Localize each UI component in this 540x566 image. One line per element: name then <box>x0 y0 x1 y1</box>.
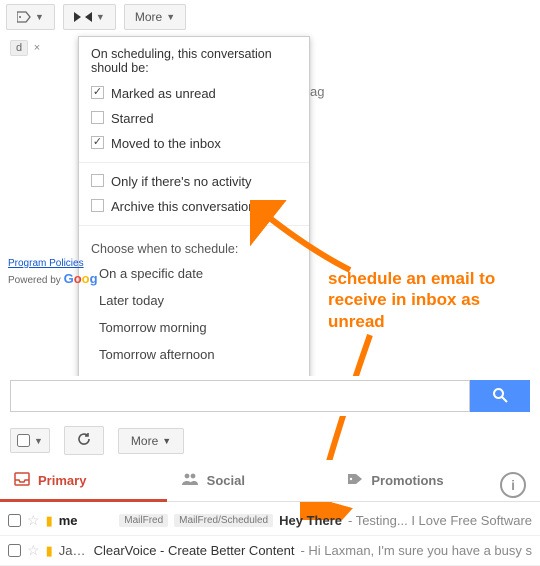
checkbox-icon <box>91 111 104 124</box>
schedule-tomorrow-morning[interactable]: Tomorrow morning <box>79 314 309 341</box>
option-starred[interactable]: Starred <box>79 106 309 131</box>
people-icon <box>181 472 199 489</box>
tab-promotions[interactable]: Promotions <box>333 460 500 501</box>
folder-icon: ▮ <box>46 543 53 559</box>
info-icon[interactable]: i <box>500 472 526 498</box>
labels-button[interactable]: ▼ <box>6 4 55 30</box>
option-label: Marked as unread <box>111 86 216 101</box>
program-policies-link[interactable]: Program Policies <box>8 258 84 269</box>
sender: me <box>59 513 114 528</box>
tab-label: Promotions <box>371 473 443 488</box>
tab-label: Primary <box>38 473 86 488</box>
more-label: More <box>131 434 158 448</box>
mail-label[interactable]: MailFred/Scheduled <box>174 514 273 527</box>
background-text: ag <box>310 84 324 99</box>
tab-primary[interactable]: Primary <box>0 460 167 501</box>
close-icon[interactable]: × <box>34 42 40 54</box>
refresh-button[interactable] <box>64 426 104 455</box>
sender: Jake Swa <box>59 543 88 558</box>
refresh-icon <box>77 432 91 449</box>
checkbox-icon <box>91 86 104 99</box>
mail-row[interactable]: ☆ ▮ me MailFred MailFred/Scheduled Hey T… <box>0 506 540 536</box>
schedule-specific-date[interactable]: On a specific date <box>79 260 309 287</box>
folder-icon: ▮ <box>46 513 53 529</box>
schedule-heading: Choose when to schedule: <box>79 232 309 260</box>
label-chip[interactable]: d <box>10 40 28 56</box>
tab-label: Social <box>207 473 245 488</box>
subject: Hey There <box>279 513 342 528</box>
list-more-button[interactable]: More ▼ <box>118 428 184 454</box>
search-bar <box>0 376 540 416</box>
option-label: Archive this conversation <box>111 199 256 214</box>
more-label: More <box>135 10 162 24</box>
top-toolbar: ▼ ▼ More ▼ <box>0 0 540 34</box>
row-checkbox[interactable] <box>8 514 21 527</box>
mailfred-button[interactable]: ▼ <box>63 4 116 30</box>
star-icon[interactable]: ☆ <box>27 542 40 559</box>
bowtie-icon <box>74 12 92 22</box>
schedule-tomorrow-afternoon[interactable]: Tomorrow afternoon <box>79 341 309 368</box>
tab-social[interactable]: Social <box>167 460 334 501</box>
category-tabs: Primary Social Promotions i <box>0 460 540 502</box>
mail-list: ☆ ▮ me MailFred MailFred/Scheduled Hey T… <box>0 506 540 566</box>
option-moved-inbox[interactable]: Moved to the inbox <box>79 131 309 156</box>
mail-label[interactable]: MailFred <box>119 514 168 527</box>
subject: ClearVoice - Create Better Content <box>94 543 295 558</box>
select-all-button[interactable]: ▼ <box>10 428 50 453</box>
annotation-text: schedule an email to receive in inbox as… <box>328 268 528 332</box>
preview: - Hi Laxman, I'm sure you have a busy s <box>300 543 532 558</box>
footer: Program Policies Powered by Goog <box>8 258 98 286</box>
select-all-checkbox[interactable] <box>17 434 30 447</box>
search-icon <box>492 387 508 406</box>
dropdown-heading: On scheduling, this conversation should … <box>79 37 309 81</box>
inbox-icon <box>14 472 30 489</box>
chevron-down-icon: ▼ <box>166 12 175 22</box>
list-toolbar: ▼ More ▼ <box>0 418 540 463</box>
checkbox-icon <box>91 174 104 187</box>
option-label: Moved to the inbox <box>111 136 221 151</box>
option-only-no-activity[interactable]: Only if there's no activity <box>79 169 309 194</box>
schedule-dropdown: On scheduling, this conversation should … <box>78 36 310 402</box>
row-checkbox[interactable] <box>8 544 21 557</box>
tag-icon <box>17 11 31 23</box>
powered-by-text: Powered by <box>8 275 61 286</box>
tag-icon <box>347 472 363 489</box>
schedule-later-today[interactable]: Later today <box>79 287 309 314</box>
chevron-down-icon: ▼ <box>96 12 105 22</box>
search-button[interactable] <box>470 380 530 412</box>
more-button[interactable]: More ▼ <box>124 4 186 30</box>
star-icon[interactable]: ☆ <box>27 512 40 529</box>
chevron-down-icon: ▼ <box>162 436 171 446</box>
option-marked-unread[interactable]: Marked as unread <box>79 81 309 106</box>
google-logo: Goog <box>64 271 98 286</box>
checkbox-icon <box>91 199 104 212</box>
option-label: Starred <box>111 111 154 126</box>
checkbox-icon <box>91 136 104 149</box>
chevron-down-icon: ▼ <box>34 436 43 446</box>
chevron-down-icon: ▼ <box>35 12 44 22</box>
option-archive[interactable]: Archive this conversation <box>79 194 309 219</box>
search-input[interactable] <box>10 380 470 412</box>
preview: - Testing... I Love Free Software <box>348 513 532 528</box>
option-label: Only if there's no activity <box>111 174 251 189</box>
mail-row[interactable]: ☆ ▮ Jake Swa ClearVoice - Create Better … <box>0 536 540 566</box>
